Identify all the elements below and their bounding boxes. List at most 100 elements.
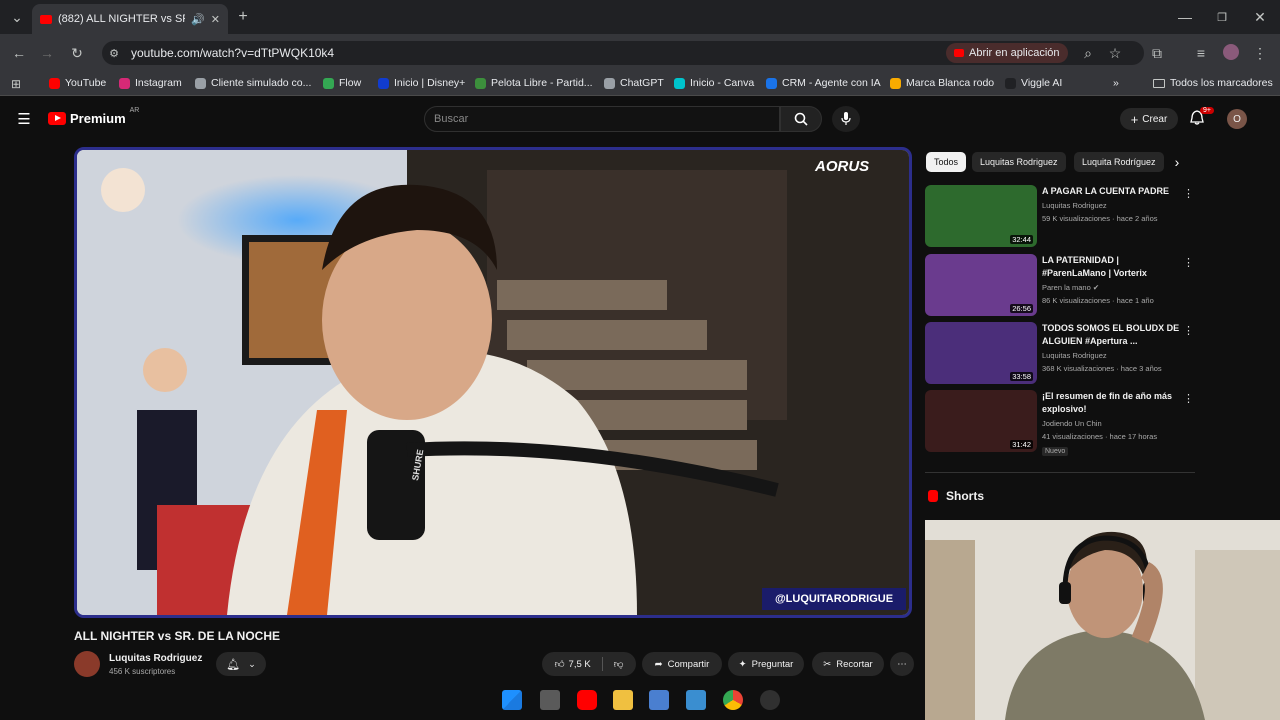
- apps-grid-icon[interactable]: ⊞: [8, 76, 24, 92]
- thumbs-down-icon: 👎︎: [613, 659, 624, 670]
- video-thumbnail[interactable]: 33:58: [925, 322, 1037, 384]
- calculator-icon[interactable]: [649, 690, 669, 710]
- bookmark-item[interactable]: ChatGPT: [604, 77, 664, 89]
- duration-badge: 31:42: [1010, 440, 1033, 449]
- recommendation-item[interactable]: 26:56 LA PATERNIDAD | #ParenLaMano | Vor…: [925, 254, 1195, 318]
- video-player[interactable]: AORUS SHURE: [74, 147, 912, 618]
- zoom-icon[interactable]: ⌕: [1080, 44, 1096, 62]
- chrome-menu-icon[interactable]: ⋮: [1253, 44, 1267, 62]
- create-button[interactable]: + Crear: [1120, 108, 1178, 130]
- open-in-app-button[interactable]: Abrir en aplicación: [946, 43, 1068, 63]
- recommendation-item[interactable]: 33:58 TODOS SOMOS EL BOLUDX DE ALGUIEN #…: [925, 322, 1195, 386]
- recommendation-channel[interactable]: Luquitas Rodriguez: [1042, 201, 1107, 210]
- duration-badge: 33:58: [1010, 372, 1033, 381]
- bookmark-item[interactable]: Marca Blanca rodo: [890, 77, 994, 89]
- close-tab-icon[interactable]: ✕: [211, 13, 220, 26]
- search-input[interactable]: Buscar: [424, 106, 780, 132]
- minimize-icon[interactable]: —: [1176, 8, 1194, 26]
- duration-badge: 32:44: [1010, 235, 1033, 244]
- bookmark-item[interactable]: CRM - Agente con IA: [766, 77, 881, 89]
- video-frame: [77, 150, 909, 615]
- youtube-app-taskbar-icon[interactable]: [577, 690, 597, 710]
- recommendation-title[interactable]: LA PATERNIDAD | #ParenLaMano | Vorterix: [1042, 254, 1180, 280]
- bookmark-item[interactable]: Inicio | Disney+: [378, 77, 465, 89]
- bookmark-item[interactable]: Viggle AI: [1005, 77, 1062, 89]
- more-options-icon[interactable]: ⋮: [1183, 324, 1194, 337]
- tab-search-icon[interactable]: ⌄: [8, 8, 26, 26]
- youtube-favicon-icon: [40, 14, 52, 24]
- video-thumbnail[interactable]: 32:44: [925, 185, 1037, 247]
- maximize-icon[interactable]: ❐: [1213, 8, 1231, 26]
- site-info-icon[interactable]: ⚙: [106, 44, 122, 62]
- chrome-taskbar-icon[interactable]: [723, 690, 743, 710]
- more-actions-button[interactable]: ⋯: [890, 652, 914, 676]
- windows-start-icon[interactable]: [502, 690, 522, 710]
- search-button[interactable]: [780, 106, 822, 132]
- browser-tab-active[interactable]: (882) ALL NIGHTER vs SR. D 🔊 ✕: [32, 4, 228, 34]
- subscription-bell-button[interactable]: 🔔︎ ⌄: [216, 652, 266, 676]
- bookmark-item[interactable]: Cliente simulado co...: [195, 77, 311, 89]
- task-view-icon[interactable]: [540, 690, 560, 710]
- like-button[interactable]: 👍︎ 7,5 K: [555, 658, 591, 671]
- bookmark-item[interactable]: Inicio - Canva: [674, 77, 754, 89]
- bell-icon: 🔔︎: [226, 658, 241, 671]
- url-text[interactable]: youtube.com/watch?v=dTtPWQK10k4: [131, 46, 334, 60]
- channel-watermark: @LUQUITARODRIGUE: [762, 588, 906, 610]
- chip-todos[interactable]: Todos: [926, 152, 967, 172]
- channel-name[interactable]: Luquitas Rodriguez: [109, 653, 202, 664]
- more-options-icon[interactable]: ⋮: [1183, 392, 1194, 405]
- clip-button[interactable]: ✂ Recortar: [812, 652, 884, 676]
- youtube-premium-logo[interactable]: Premium AR: [48, 107, 139, 126]
- youtube-app-icon: [954, 49, 964, 57]
- bookmark-star-icon[interactable]: ☆: [1107, 44, 1123, 62]
- bookmark-favicon-icon: [766, 77, 777, 89]
- recommendation-channel[interactable]: Luquitas Rodriguez: [1042, 351, 1107, 360]
- reload-icon[interactable]: ↻: [68, 44, 86, 62]
- bookmark-item[interactable]: Pelota Libre - Partid...: [475, 77, 593, 89]
- chip-luquita-rodriguez[interactable]: Luquita Rodríguez: [1074, 152, 1164, 172]
- all-bookmarks-button[interactable]: Todos los marcadores: [1153, 77, 1273, 89]
- extensions-icon[interactable]: ⧉: [1149, 44, 1165, 62]
- voice-search-button[interactable]: [832, 106, 860, 132]
- bookmark-item[interactable]: Flow: [323, 77, 361, 89]
- more-options-icon[interactable]: ⋮: [1183, 256, 1194, 269]
- recommendation-title[interactable]: ¡El resumen de fin de año más explosivo!: [1042, 390, 1180, 416]
- bookmark-label: ChatGPT: [620, 77, 664, 89]
- bookmark-favicon-icon: [119, 77, 130, 89]
- obs-taskbar-icon[interactable]: [760, 690, 780, 710]
- bookmark-item[interactable]: Instagram: [119, 77, 182, 89]
- forward-icon[interactable]: →: [38, 44, 56, 62]
- notifications-button[interactable]: 9+: [1190, 107, 1214, 131]
- account-avatar[interactable]: O: [1227, 109, 1247, 129]
- channel-avatar[interactable]: [74, 651, 100, 677]
- bookmark-favicon-icon: [49, 77, 60, 89]
- profile-avatar-icon[interactable]: [1223, 44, 1239, 60]
- shorts-icon: [928, 490, 938, 502]
- video-thumbnail[interactable]: 31:42: [925, 390, 1037, 452]
- recommendation-channel[interactable]: Paren la mano ✔: [1042, 283, 1099, 292]
- hamburger-menu-icon[interactable]: ☰: [14, 110, 34, 128]
- bookmark-item[interactable]: YouTube: [49, 77, 106, 89]
- recommendation-item[interactable]: 31:42 ¡El resumen de fin de año más expl…: [925, 390, 1195, 456]
- chip-luquitas-rodriguez[interactable]: Luquitas Rodriguez: [972, 152, 1066, 172]
- media-control-icon[interactable]: ≡: [1193, 44, 1209, 62]
- shorts-heading: Shorts: [928, 489, 984, 503]
- video-thumbnail[interactable]: 26:56: [925, 254, 1037, 316]
- recommendation-title[interactable]: A PAGAR LA CUENTA PADRE: [1042, 185, 1180, 198]
- more-bookmarks-button[interactable]: »: [1113, 77, 1119, 89]
- speaker-icon[interactable]: 🔊: [191, 13, 205, 26]
- notification-count-badge: 9+: [1200, 107, 1214, 114]
- close-window-icon[interactable]: ✕: [1251, 8, 1269, 26]
- new-tab-button[interactable]: +: [234, 8, 252, 26]
- chips-next-icon[interactable]: ›: [1168, 152, 1186, 172]
- recommendation-item[interactable]: 32:44 A PAGAR LA CUENTA PADRE Luquitas R…: [925, 185, 1195, 249]
- notepad-icon[interactable]: [686, 690, 706, 710]
- more-options-icon[interactable]: ⋮: [1183, 187, 1194, 200]
- file-explorer-icon[interactable]: [613, 690, 633, 710]
- back-icon[interactable]: ←: [10, 44, 28, 62]
- ask-button[interactable]: ✦ Preguntar: [728, 652, 804, 676]
- dislike-button[interactable]: 👎︎: [614, 658, 624, 670]
- share-button[interactable]: ➦ Compartir: [642, 652, 722, 676]
- recommendation-title[interactable]: TODOS SOMOS EL BOLUDX DE ALGUIEN #Apertu…: [1042, 322, 1180, 348]
- recommendation-channel[interactable]: Jodiendo Un Chin: [1042, 419, 1102, 428]
